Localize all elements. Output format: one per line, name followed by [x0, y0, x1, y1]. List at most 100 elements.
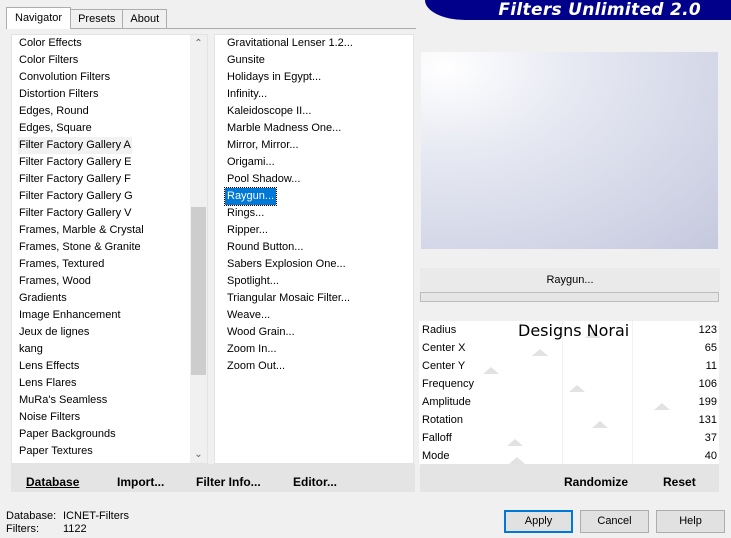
param-slider-falloff[interactable]: Falloff 37 — [419, 429, 719, 447]
category-item[interactable]: Image Enhancement — [18, 307, 122, 324]
category-item[interactable]: Frames, Wood — [18, 273, 92, 290]
database-value: ICNET-Filters — [63, 510, 129, 522]
filter-info-button[interactable]: Filter Info... — [196, 464, 261, 492]
slider-tick — [631, 339, 633, 357]
slider-thumb-icon[interactable] — [483, 367, 499, 374]
category-item[interactable]: MuRa's Seamless — [18, 392, 108, 409]
param-slider-rotation[interactable]: Rotation 131 — [419, 411, 719, 429]
title-banner: Filters Unlimited 2.0 — [425, 0, 731, 20]
category-item[interactable]: Distortion Filters — [18, 86, 99, 103]
filter-item[interactable]: Origami... — [225, 154, 277, 171]
filter-item[interactable]: Rings... — [225, 205, 266, 222]
category-item[interactable]: Frames, Textured — [18, 256, 105, 273]
filter-item[interactable]: Marble Madness One... — [225, 120, 343, 137]
filter-item[interactable]: Weave... — [225, 307, 272, 324]
tab-bar: Navigator Presets About — [6, 7, 168, 29]
filter-item[interactable]: Sabers Explosion One... — [225, 256, 348, 273]
filter-item[interactable]: Kaleidoscope II... — [225, 103, 313, 120]
category-item[interactable]: Convolution Filters — [18, 69, 111, 86]
param-label: Amplitude — [422, 396, 471, 408]
filter-item[interactable]: Pool Shadow... — [225, 171, 302, 188]
banner-title: Filters Unlimited 2.0 — [498, 0, 701, 20]
param-label: Rotation — [422, 414, 463, 426]
param-label: Center X — [422, 342, 466, 354]
filter-item[interactable]: Zoom In... — [225, 341, 279, 358]
param-value: 131 — [698, 414, 717, 426]
reset-button[interactable]: Reset — [663, 464, 696, 492]
left-toolbar: Database Import... Filter Info... Editor… — [11, 464, 415, 492]
category-scrollbar[interactable]: ⌃ ⌄ — [190, 35, 207, 463]
category-item[interactable]: Filter Factory Gallery E — [18, 154, 132, 171]
scroll-thumb[interactable] — [191, 207, 206, 375]
category-item[interactable]: Paper Textures — [18, 443, 94, 460]
param-slider-amplitude[interactable]: Amplitude 199 — [419, 393, 719, 411]
filter-name-label: Raygun... — [420, 268, 720, 292]
scroll-up-icon[interactable]: ⌃ — [190, 35, 207, 52]
slider-thumb-icon[interactable] — [654, 403, 671, 410]
apply-button[interactable]: Apply — [504, 510, 573, 533]
help-button[interactable]: Help — [656, 510, 725, 533]
category-list[interactable]: Color Effects Color Filters Convolution Fi… — [11, 34, 208, 464]
tab-presets[interactable]: Presets — [70, 9, 124, 29]
preview-image — [421, 52, 718, 249]
param-slider-center-x[interactable]: Center X 65 — [419, 339, 719, 357]
slider-thumb-icon[interactable] — [506, 439, 523, 446]
category-item[interactable]: Filter Factory Gallery G — [18, 188, 134, 205]
filter-item[interactable]: Zoom Out... — [225, 358, 287, 375]
category-item[interactable]: Frames, Marble & Crystal — [18, 222, 145, 239]
slider-tick — [562, 411, 564, 429]
category-item[interactable]: Edges, Square — [18, 120, 93, 137]
filter-item[interactable]: Spotlight... — [225, 273, 281, 290]
param-label: Mode — [422, 450, 450, 462]
filter-item[interactable]: Gravitational Lenser 1.2... — [225, 35, 355, 52]
slider-thumb-icon[interactable] — [592, 421, 609, 428]
category-item[interactable]: kang — [18, 341, 44, 358]
slider-tick — [562, 429, 564, 447]
filter-item[interactable]: Raygun... — [223, 187, 278, 206]
filter-item[interactable]: Round Button... — [225, 239, 305, 256]
filter-item[interactable]: Ripper... — [225, 222, 270, 239]
slider-tick — [631, 411, 633, 429]
slider-tick — [631, 321, 633, 339]
slider-thumb-icon[interactable] — [509, 457, 526, 464]
cancel-button[interactable]: Cancel — [580, 510, 649, 533]
param-label: Frequency — [422, 378, 474, 390]
tab-navigator[interactable]: Navigator — [6, 7, 72, 29]
category-item[interactable]: Filter Factory Gallery F — [18, 171, 132, 188]
filter-item[interactable]: Gunsite — [225, 52, 267, 69]
param-slider-frequency[interactable]: Frequency 106 — [419, 375, 719, 393]
filter-item[interactable]: Wood Grain... — [225, 324, 297, 341]
slider-thumb-icon[interactable] — [532, 349, 549, 356]
scroll-down-icon[interactable]: ⌄ — [190, 446, 207, 463]
slider-tick — [631, 429, 633, 447]
param-slider-mode[interactable]: Mode 40 — [419, 447, 719, 465]
param-value: 40 — [704, 450, 717, 462]
filter-item[interactable]: Mirror, Mirror... — [225, 137, 301, 154]
slider-thumb-icon[interactable] — [569, 385, 586, 392]
category-item[interactable]: Lens Effects — [18, 358, 80, 375]
editor-button[interactable]: Editor... — [293, 464, 337, 492]
category-item[interactable]: Lens Flares — [18, 375, 77, 392]
category-item[interactable]: Paper Backgrounds — [18, 426, 117, 443]
category-item[interactable]: Noise Filters — [18, 409, 81, 426]
category-item[interactable]: Color Filters — [18, 52, 79, 69]
param-label: Center Y — [422, 360, 466, 372]
filter-item[interactable]: Triangular Mosaic Filter... — [225, 290, 352, 307]
filters-count: 1122 — [63, 523, 87, 535]
import-button[interactable]: Import... — [117, 464, 164, 492]
randomize-button[interactable]: Randomize — [564, 464, 628, 492]
category-item[interactable]: Color Effects — [18, 35, 83, 52]
database-button[interactable]: Database — [26, 464, 79, 492]
filter-item[interactable]: Holidays in Egypt... — [225, 69, 323, 86]
param-slider-center-y[interactable]: Center Y 11 — [419, 357, 719, 375]
tab-about[interactable]: About — [122, 9, 168, 29]
filter-item[interactable]: Infinity... — [225, 86, 269, 103]
category-item[interactable]: Gradients — [18, 290, 68, 307]
filter-list[interactable]: Gravitational Lenser 1.2... Gunsite Holida… — [214, 34, 414, 464]
category-item[interactable]: Filter Factory Gallery A — [18, 137, 132, 154]
category-item[interactable]: Jeux de lignes — [18, 324, 90, 341]
category-item[interactable]: Frames, Stone & Granite — [18, 239, 142, 256]
category-item[interactable]: Edges, Round — [18, 103, 90, 120]
category-item[interactable]: Filter Factory Gallery V — [18, 205, 132, 222]
slider-tick — [562, 393, 564, 411]
